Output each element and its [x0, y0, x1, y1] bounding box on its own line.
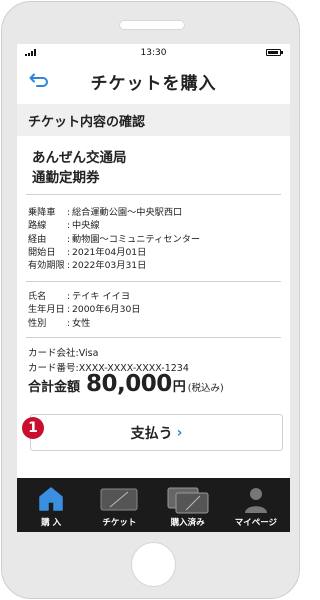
tab-purchase[interactable]: 購 入	[17, 478, 85, 532]
tab-mypage[interactable]: マイページ	[222, 478, 290, 532]
app-screen: 13:30 チケットを購入 チケット内容の確認 あんぜん交通局 通勤定期券 乗降…	[17, 44, 290, 532]
phone-frame: 13:30 チケットを購入 チケット内容の確認 あんぜん交通局 通勤定期券 乗降…	[1, 1, 300, 599]
card-company: カード会社:Visa	[28, 348, 99, 359]
total-price: 合計金額 80,000 円 (税込み)	[28, 371, 224, 397]
status-bar: 13:30	[17, 44, 290, 62]
step-number-badge: 1	[22, 417, 44, 439]
detail-label: 経由	[28, 233, 47, 245]
divider	[26, 337, 281, 338]
divider	[26, 281, 281, 282]
detail-label: 乗降車	[28, 207, 56, 218]
detail-value: テイキ イイヨ	[72, 291, 131, 302]
detail-value: 2021年04月01日	[72, 246, 147, 258]
user-icon	[244, 488, 267, 513]
back-arrow-icon	[29, 73, 48, 87]
detail-label: 有効期限	[28, 260, 65, 272]
detail-value: 2000年6月30日	[72, 304, 141, 316]
app-header: チケットを購入	[17, 62, 290, 100]
detail-row-boarding: 乗降車: 総合運動公園～中央駅西口	[28, 207, 183, 218]
status-time: 13:30	[140, 48, 167, 58]
tab-label: 購入済み	[170, 518, 205, 528]
ticket-summary: あんぜん交通局 通勤定期券	[32, 148, 127, 188]
bottom-tab-bar: 購 入 チケット 購入済み マイページ	[17, 478, 290, 532]
chevron-right-icon: ›	[176, 424, 183, 441]
battery-icon	[266, 49, 283, 56]
detail-value: 動物園～コミュニティセンター	[72, 233, 201, 245]
detail-row-name: 氏名: テイキ イイヨ	[28, 291, 131, 302]
total-label: 合計金額	[28, 380, 81, 395]
detail-row-gender: 性別: 女性	[28, 317, 91, 329]
home-icon	[39, 487, 63, 511]
page-title: チケットを購入	[90, 73, 217, 94]
ticket-operator: あんぜん交通局	[32, 150, 127, 166]
detail-value: 中央線	[72, 220, 100, 232]
signal-icon	[25, 49, 36, 56]
detail-label: 生年月日	[28, 304, 65, 316]
home-button[interactable]	[131, 542, 176, 587]
detail-label: 路線	[28, 220, 47, 232]
pay-button[interactable]: 支払う ›	[30, 414, 283, 451]
detail-value: 2022年03月31日	[72, 260, 147, 272]
tab-label: チケット	[102, 518, 137, 528]
currency-label: 円	[172, 380, 186, 395]
section-title: チケット内容の確認	[17, 104, 290, 136]
detail-label: 氏名	[28, 291, 47, 302]
total-amount: 80,000	[86, 371, 172, 397]
ticket-icon	[100, 488, 138, 511]
tab-purchased[interactable]: 購入済み	[154, 478, 222, 532]
detail-label: 性別	[28, 317, 47, 329]
detail-row-line: 路線: 中央線	[28, 220, 100, 232]
phone-speaker	[119, 20, 185, 30]
detail-value: 総合運動公園～中央駅西口	[72, 207, 183, 218]
ticket-type: 通勤定期券	[32, 170, 100, 186]
detail-row-birthdate: 生年月日:2000年6月30日	[28, 304, 141, 316]
route-details: 乗降車: 総合運動公園～中央駅西口 路線: 中央線 経由: 動物園～コミュニティセンタ…	[28, 206, 200, 272]
tab-label: マイページ	[234, 518, 278, 528]
detail-label: 開始日	[28, 246, 56, 258]
detail-row-via: 経由: 動物園～コミュニティセンター	[28, 233, 201, 245]
divider	[26, 194, 281, 195]
detail-value: 女性	[72, 317, 91, 329]
pay-button-label: 支払う	[130, 425, 173, 442]
tab-ticket[interactable]: チケット	[85, 478, 153, 532]
detail-row-start-date: 開始日:2021年04月01日	[28, 246, 147, 258]
detail-row-expiry: 有効期限:2022年03月31日	[28, 260, 147, 272]
back-button[interactable]	[27, 70, 49, 92]
tax-note: (税込み)	[187, 383, 224, 394]
tab-label: 購 入	[41, 518, 62, 528]
person-details: 氏名: テイキ イイヨ 生年月日:2000年6月30日 性別: 女性	[28, 290, 140, 330]
purchased-tickets-icon	[167, 487, 209, 514]
